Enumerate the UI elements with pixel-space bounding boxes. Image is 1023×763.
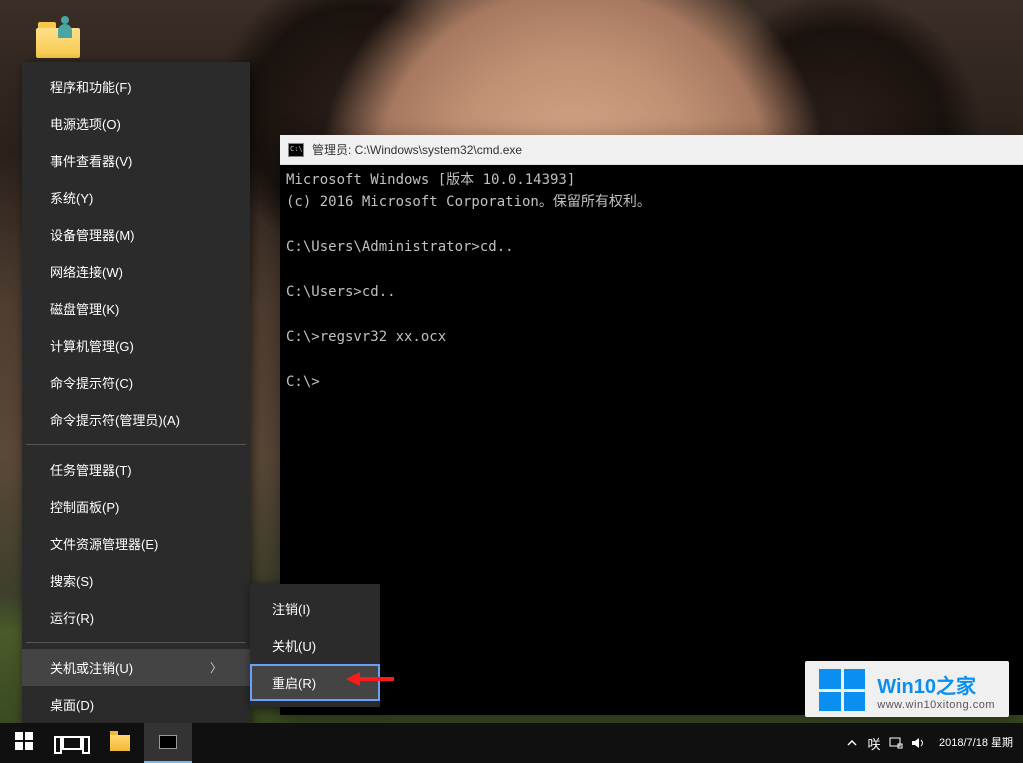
winx-item-g2-3[interactable]: 搜索(S) (22, 562, 250, 599)
winx-item-label: 任务管理器(T) (50, 463, 132, 478)
winx-item-label: 文件资源管理器(E) (50, 537, 158, 552)
winx-item-g1-2[interactable]: 事件查看器(V) (22, 142, 250, 179)
start-button[interactable] (0, 723, 48, 763)
winx-item-g1-5[interactable]: 网络连接(W) (22, 253, 250, 290)
taskbar-cmd[interactable] (144, 723, 192, 763)
winx-item-g2-4[interactable]: 运行(R) (22, 599, 250, 636)
winx-item-g1-3[interactable]: 系统(Y) (22, 179, 250, 216)
cmd-window: 管理员: C:\Windows\system32\cmd.exe Microso… (280, 135, 1023, 715)
watermark: Win10之家 www.win10xitong.com (805, 661, 1009, 717)
watermark-title: Win10之家 (877, 670, 995, 699)
winx-item-g1-4[interactable]: 设备管理器(M) (22, 216, 250, 253)
folder-icon (110, 735, 130, 751)
winx-item-label: 搜索(S) (50, 574, 93, 589)
winx-item-g3-0[interactable]: 桌面(D) (22, 686, 250, 723)
folder-user-icon (34, 20, 82, 58)
winx-item-g1-1[interactable]: 电源选项(O) (22, 105, 250, 142)
submenu-item-label: 关机(U) (272, 639, 316, 654)
cmd-icon (159, 735, 177, 749)
tray-network-icon[interactable] (885, 723, 907, 763)
winx-item-g2-2[interactable]: 文件资源管理器(E) (22, 525, 250, 562)
winx-item-label: 电源选项(O) (50, 117, 121, 132)
winx-item-label: 命令提示符(管理员)(A) (50, 413, 180, 428)
winx-item-g2-1[interactable]: 控制面板(P) (22, 488, 250, 525)
watermark-url: www.win10xitong.com (877, 699, 995, 711)
winx-item-g1-6[interactable]: 磁盘管理(K) (22, 290, 250, 327)
winx-menu: 程序和功能(F) 电源选项(O) 事件查看器(V) 系统(Y) 设备管理器(M) 网络连接… (22, 62, 250, 729)
taskbar-file-explorer[interactable] (96, 723, 144, 763)
taskbar: 咲 2018/7/18 星期 (0, 723, 1023, 763)
shutdown-submenu: 注销(I) 关机(U) 重启(R) (250, 584, 380, 707)
submenu-item-label: 注销(I) (272, 602, 310, 617)
winx-item-label: 计算机管理(G) (50, 339, 134, 354)
winx-item-g1-8[interactable]: 命令提示符(C) (22, 364, 250, 401)
winx-item-label: 桌面(D) (50, 698, 94, 713)
winx-item-g1-0[interactable]: 程序和功能(F) (22, 68, 250, 105)
cmd-icon (288, 143, 304, 157)
cmd-output[interactable]: Microsoft Windows [版本 10.0.14393] (c) 20… (280, 165, 1023, 715)
winx-item-label: 运行(R) (50, 611, 94, 626)
winx-item-label: 系统(Y) (50, 191, 93, 206)
submenu-item-restart[interactable]: 重启(R) (250, 664, 380, 701)
taskbar-clock[interactable]: 2018/7/18 星期 (929, 732, 1023, 754)
menu-separator (26, 642, 246, 643)
tray-chevron-up-icon[interactable] (841, 723, 863, 763)
submenu-item-signout[interactable]: 注销(I) (250, 590, 380, 627)
taskbar-tray: 咲 2018/7/18 星期 (841, 723, 1023, 763)
winx-item-g2-0[interactable]: 任务管理器(T) (22, 451, 250, 488)
winx-item-label: 磁盘管理(K) (50, 302, 119, 317)
task-view-icon (62, 736, 82, 750)
submenu-item-label: 重启(R) (272, 676, 316, 691)
winx-item-label: 设备管理器(M) (50, 228, 135, 243)
windows-logo-icon (15, 732, 33, 755)
task-view-button[interactable] (48, 723, 96, 763)
cmd-titlebar[interactable]: 管理员: C:\Windows\system32\cmd.exe (280, 135, 1023, 165)
clock-date: 2018/7/18 星期 (939, 736, 1013, 750)
tray-ime-icon[interactable]: 咲 (863, 723, 885, 763)
windows-logo-icon (819, 669, 865, 711)
winx-item-label: 事件查看器(V) (50, 154, 132, 169)
winx-item-label: 控制面板(P) (50, 500, 119, 515)
chevron-right-icon: 〉 (210, 659, 222, 676)
winx-item-g1-7[interactable]: 计算机管理(G) (22, 327, 250, 364)
cmd-title-text: 管理员: C:\Windows\system32\cmd.exe (312, 141, 522, 158)
winx-item-label: 命令提示符(C) (50, 376, 133, 391)
winx-item-label: 关机或注销(U) (50, 658, 133, 677)
winx-item-label: 网络连接(W) (50, 265, 123, 280)
submenu-item-shutdown[interactable]: 关机(U) (250, 627, 380, 664)
menu-separator (26, 444, 246, 445)
tray-volume-icon[interactable] (907, 723, 929, 763)
winx-item-g1-9[interactable]: 命令提示符(管理员)(A) (22, 401, 250, 438)
winx-item-label: 程序和功能(F) (50, 80, 132, 95)
winx-item-shutdown-signout[interactable]: 关机或注销(U) 〉 (22, 649, 250, 686)
